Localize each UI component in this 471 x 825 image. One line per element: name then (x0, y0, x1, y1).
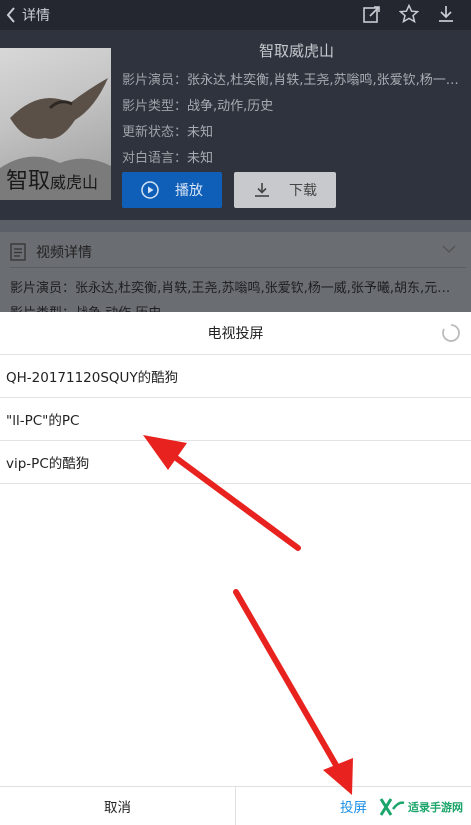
svg-text:威虎山: 威虎山 (50, 173, 98, 192)
play-button[interactable]: 播放 (122, 172, 222, 208)
download-button[interactable]: 下载 (234, 172, 336, 208)
video-details-header[interactable]: 视频详情 (10, 236, 466, 268)
meta-update: 更新状态：未知 (122, 125, 214, 140)
chevron-down-icon (442, 245, 456, 254)
loading-spinner-icon (442, 324, 460, 342)
details-genre: 影片类型：战争,动作,历史 (10, 302, 460, 312)
back-label: 详情 (22, 8, 50, 24)
sheet-title: 电视投屏 (0, 312, 471, 355)
divider (0, 220, 471, 232)
watermark-text: 适录手游网 (408, 801, 463, 814)
meta-genre: 影片类型：战争,动作,历史 (122, 99, 274, 114)
share-icon[interactable] (361, 3, 383, 25)
device-item[interactable]: vip-PC的酷狗 (0, 441, 471, 484)
device-item[interactable]: "ll-PC"的PC (0, 398, 471, 441)
movie-title: 智取威虎山 (258, 42, 334, 60)
download-icon[interactable] (435, 3, 457, 25)
site-logo-icon (379, 798, 405, 816)
video-details-section: 视频详情 影片演员：张永达,杜奕衡,肖轶,王尧,苏嗡鸣,张爱钦,杨一威,张予曦,… (0, 232, 471, 312)
meta-language: 对白语言：未知 (122, 151, 214, 166)
chevron-left-icon (6, 7, 15, 23)
cast-sheet: 电视投屏 QH-20171120SQUY的酷狗 "ll-PC"的PC vip-P… (0, 312, 471, 825)
meta-cast: 影片演员：张永达,杜奕衡,肖轶,王尧,苏嗡鸣,张爱钦,杨一… (122, 73, 459, 88)
download-icon (255, 183, 269, 197)
watermark: 适录手游网 (379, 797, 463, 817)
document-icon (10, 242, 26, 261)
details-cast: 影片演员：张永达,杜奕衡,肖轶,王尧,苏嗡鸣,张爱钦,杨一威,张予曦,胡东,元… (10, 281, 451, 296)
back-button[interactable]: 详情 (0, 0, 50, 30)
device-item[interactable]: QH-20171120SQUY的酷狗 (0, 355, 471, 398)
play-icon (141, 181, 159, 199)
cancel-button[interactable]: 取消 (0, 787, 235, 825)
movie-hero: 智取 威虎山 智取威虎山 影片演员：张永达,杜奕衡,肖轶,王尧,苏嗡鸣,张爱钦,… (0, 30, 471, 220)
top-bar: 详情 (0, 0, 471, 30)
svg-text:智取: 智取 (6, 169, 50, 194)
movie-poster[interactable]: 智取 威虎山 (0, 48, 111, 200)
star-icon[interactable] (398, 3, 420, 25)
